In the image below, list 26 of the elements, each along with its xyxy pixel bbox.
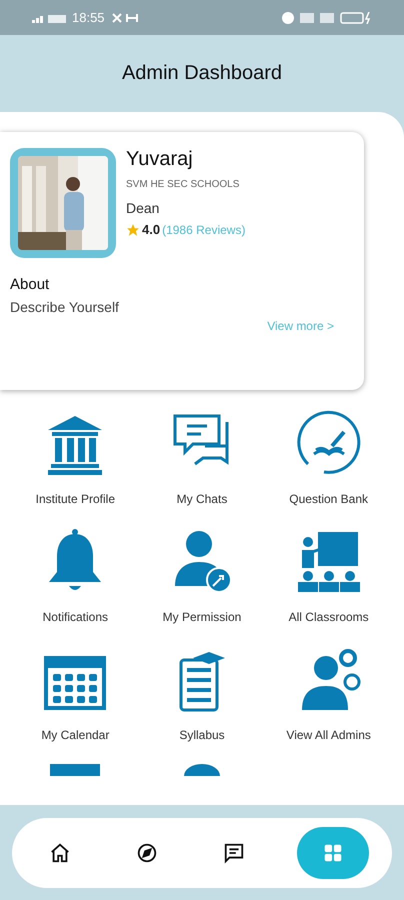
review-count: (1986 Reviews) [162,222,246,236]
signal-icon [32,12,66,22]
school-name: SVM HE SEC SCHOOLS [126,179,240,190]
rating-value: 4.0 [142,222,160,237]
about-heading: About [10,276,50,293]
page-title: Admin Dashboard [122,62,282,85]
dashboard-tile[interactable]: My Chats [138,410,266,506]
status-time: 18:55 [72,10,105,25]
about-text: Describe Yourself [10,299,120,315]
dashboard-tile[interactable]: View All Admins [265,646,392,742]
dashboard-tile[interactable]: Institute Profile [12,410,139,506]
dashboard-tile[interactable]: Syllabus [138,646,266,742]
message-icon [222,842,244,864]
dashboard-tile[interactable]: All Classrooms [265,528,392,624]
profile-role: Dean [126,200,160,216]
dashboard-tile[interactable]: My Calendar [12,646,139,742]
tile-icon [182,762,222,776]
compass-icon [136,842,158,864]
dashboard-tile[interactable]: Question Bank [265,410,392,506]
notification-icons [110,12,139,24]
home-icon [48,842,70,864]
profile-name: Yuvaraj [126,148,194,171]
dashboard-tile[interactable]: Notifications [12,528,139,624]
star-icon [126,222,140,236]
battery-charging-icon [340,12,372,24]
dashboard-tile[interactable]: My Permission [138,528,266,624]
